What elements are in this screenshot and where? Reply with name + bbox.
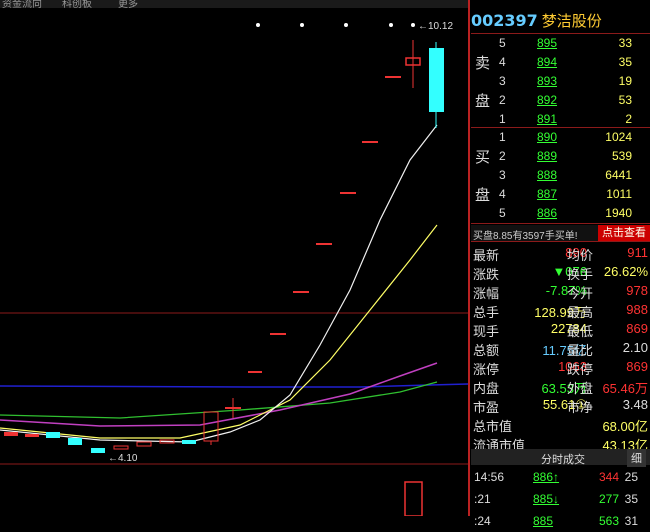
marker-dots	[256, 23, 415, 27]
buy-row[interactable]: 5 886 1940	[471, 204, 650, 221]
detail-button[interactable]: 细	[627, 449, 646, 467]
volume-bar	[404, 481, 423, 516]
stock-title: 002397 梦洁股份	[471, 10, 650, 32]
high-price-label: ←10.12	[418, 21, 453, 32]
trade-time: 14:56	[474, 470, 505, 484]
view-button[interactable]: 点击查看	[598, 225, 650, 241]
ma5-line	[0, 124, 438, 443]
trade-count: 35	[624, 492, 638, 506]
sell-row[interactable]: 2 892 53	[471, 91, 650, 108]
toolbar-tab-1[interactable]: 资金流向	[2, 0, 42, 8]
quote-row: 总手 128.99万 最高 988	[471, 300, 650, 320]
quote-row: 现手 22784 最低 869	[471, 319, 650, 339]
quote-row: 涨跌 ▼076 换手 26.62%	[471, 262, 650, 282]
trade-row[interactable]: :21 885↓ 277 35	[471, 488, 650, 510]
ma60-line	[0, 383, 468, 388]
toolbar-tab-3[interactable]: 更多	[118, 0, 138, 8]
candle-last	[405, 40, 444, 128]
trade-count: 31	[624, 514, 638, 528]
quote-row: 涨停 1063 跌停 869	[471, 357, 650, 377]
stock-code: 002397	[471, 11, 538, 30]
kline-chart[interactable]: ←10.12 ←4.10	[0, 8, 468, 516]
ma10-line	[0, 224, 438, 439]
buy-orders: 买 盘 1 890 1024 2 889 539 3 888 6441 4 887 1011 5…	[471, 128, 650, 222]
trades-header: 分时成交 细	[471, 449, 650, 467]
trade-volume: 563	[598, 514, 619, 528]
trade-row[interactable]: 14:56 886↑ 344 25	[471, 466, 650, 488]
buy-row[interactable]: 1 890 1024	[471, 128, 650, 145]
quote-value: 2.10	[622, 340, 648, 355]
quote-value: 911	[627, 245, 648, 260]
quote-value: 978	[626, 283, 648, 298]
quote-row: 内盘 63.53万 外盘 65.46万	[471, 376, 650, 396]
sell-row[interactable]: 5 895 33	[471, 34, 650, 51]
trade-volume: 277	[598, 492, 619, 506]
quote-row: 市盈 55.61① 市净 3.48	[471, 395, 650, 415]
trades-title[interactable]: 分时成交	[541, 451, 585, 467]
quote-row: 总额 11.75亿 量比 2.10	[471, 338, 650, 358]
sell-row[interactable]: 4 894 35	[471, 53, 650, 70]
order-notice: 买盘8.85有3597手买单! 点击查看	[471, 225, 650, 242]
top-toolbar: 资金流向 科创板 更多	[0, 0, 470, 8]
notice-text: 买盘8.85有3597手买单!	[473, 231, 578, 242]
quote-panel: 002397 梦洁股份 卖 盘 5 895 33 4 894 35 3 893 19 2 892…	[471, 0, 650, 528]
quote-value: 988	[626, 302, 648, 317]
panel-divider	[468, 0, 470, 516]
limit-up-dashes	[225, 76, 401, 409]
trade-time: :24	[474, 514, 491, 528]
sell-row[interactable]: 3 893 19	[471, 72, 650, 89]
trade-price: 886↑	[533, 470, 560, 484]
buy-row[interactable]: 3 888 6441	[471, 166, 650, 183]
sell-orders: 卖 盘 5 895 33 4 894 35 3 893 19 2 892 53 1 891 2	[471, 34, 650, 126]
toolbar-tab-2[interactable]: 科创板	[62, 0, 92, 8]
quote-value: 869	[626, 321, 648, 336]
quote-row: 涨幅 -7.87% 今开 978	[471, 281, 650, 301]
quote-row: 最新 890 均价 911	[471, 243, 650, 263]
stock-name: 梦洁股份	[541, 13, 602, 30]
sell-row[interactable]: 1 891 2	[471, 110, 650, 127]
divider	[471, 223, 650, 224]
trade-time: :21	[474, 492, 491, 506]
quote-value: 869	[626, 359, 648, 374]
trade-count: 25	[624, 470, 638, 484]
trade-volume: 344	[598, 470, 619, 484]
quote-value: 26.62%	[603, 264, 648, 279]
trade-price: 885↓	[533, 492, 560, 506]
quote-value: 3.48	[622, 397, 648, 412]
quote-row: 总市值 68.00亿	[471, 414, 650, 434]
buy-row[interactable]: 2 889 539	[471, 147, 650, 164]
divider	[471, 241, 650, 242]
low-price-label: ←4.10	[108, 453, 138, 464]
trade-row[interactable]: :24 885 563 31	[471, 510, 650, 532]
trade-price: 885	[533, 514, 554, 528]
buy-row[interactable]: 4 887 1011	[471, 185, 650, 202]
